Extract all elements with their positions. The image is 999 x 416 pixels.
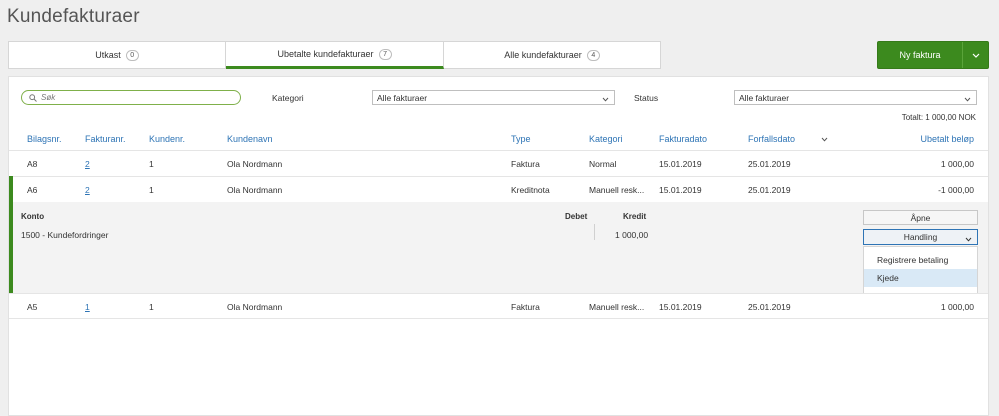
tab-label: Ubetalte kundefakturaer bbox=[277, 49, 374, 59]
status-label: Status bbox=[634, 93, 659, 103]
tab-bar: Utkast 0 Ubetalte kundefakturaer 7 Alle … bbox=[8, 41, 661, 69]
new-invoice-dropdown-button[interactable] bbox=[962, 42, 988, 68]
cell-bilagsnr: A6 bbox=[27, 185, 38, 195]
chevron-down-icon bbox=[965, 237, 972, 242]
cell-forfallsdato: 25.01.2019 bbox=[748, 185, 791, 195]
detail-kredit-value: 1 000,00 bbox=[615, 230, 649, 240]
status-select-value: Alle fakturaer bbox=[739, 92, 790, 103]
search-icon bbox=[29, 93, 37, 102]
cell-type: Kreditnota bbox=[511, 185, 550, 195]
tab-ubetalte[interactable]: Ubetalte kundefakturaer 7 bbox=[226, 41, 444, 69]
column-header-fakturanr[interactable]: Fakturanr. bbox=[85, 134, 126, 144]
menu-item-chain[interactable]: Kjede bbox=[864, 269, 977, 287]
search-input[interactable] bbox=[41, 93, 231, 102]
cell-kundenavn: Ola Nordmann bbox=[227, 159, 283, 169]
status-select[interactable]: Alle fakturaer bbox=[734, 90, 977, 105]
action-dropdown-label: Handling bbox=[903, 232, 938, 242]
column-header-forfallsdato[interactable]: Forfallsdato bbox=[748, 134, 795, 144]
cell-ubetalt: -1 000,00 bbox=[938, 185, 974, 195]
cell-fakturanr-link[interactable]: 2 bbox=[85, 159, 90, 169]
cell-ubetalt: 1 000,00 bbox=[940, 302, 974, 312]
table-row[interactable]: A8 2 1 Ola Nordmann Faktura Normal 15.01… bbox=[9, 150, 988, 175]
column-header-kundenavn[interactable]: Kundenavn bbox=[227, 134, 273, 144]
category-select-value: Alle fakturaer bbox=[377, 92, 428, 103]
detail-debet-header: Debet bbox=[565, 212, 588, 221]
tab-alle[interactable]: Alle kundefakturaer 4 bbox=[444, 41, 661, 69]
detail-konto-header: Konto bbox=[21, 212, 45, 221]
chevron-down-icon bbox=[972, 53, 979, 58]
cell-kundenr: 1 bbox=[149, 185, 154, 195]
column-header-ubetalt[interactable]: Ubetalt beløp bbox=[920, 134, 974, 144]
cell-fakturadato: 15.01.2019 bbox=[659, 302, 702, 312]
cell-type: Faktura bbox=[511, 159, 540, 169]
total-amount: Totalt: 1 000,00 NOK bbox=[901, 113, 976, 122]
tab-count-badge: 7 bbox=[378, 48, 392, 60]
cell-fakturanr-link[interactable]: 1 bbox=[85, 302, 90, 312]
cell-fakturanr-link[interactable]: 2 bbox=[85, 185, 90, 195]
row-detail-panel bbox=[13, 202, 988, 293]
cell-kundenavn: Ola Nordmann bbox=[227, 185, 283, 195]
column-header-kategori[interactable]: Kategori bbox=[589, 134, 623, 144]
tab-count-badge: 4 bbox=[586, 49, 600, 61]
new-invoice-button[interactable]: Ny faktura bbox=[878, 42, 962, 68]
menu-item-register-payment[interactable]: Registrere betaling bbox=[864, 251, 977, 269]
invoice-panel: Kategori Alle fakturaer Status Alle fakt… bbox=[8, 76, 989, 416]
column-header-type[interactable]: Type bbox=[511, 134, 531, 144]
cell-ubetalt: 1 000,00 bbox=[940, 159, 974, 169]
tab-label: Alle kundefakturaer bbox=[504, 50, 582, 60]
open-button[interactable]: Åpne bbox=[863, 210, 978, 225]
cell-kundenr: 1 bbox=[149, 302, 154, 312]
column-header-fakturadato[interactable]: Fakturadato bbox=[659, 134, 707, 144]
tab-utkast[interactable]: Utkast 0 bbox=[8, 41, 226, 69]
cell-kategori: Manuell resk... bbox=[589, 302, 645, 312]
category-select[interactable]: Alle fakturaer bbox=[372, 90, 615, 105]
action-menu: Registrere betaling Kjede bbox=[863, 246, 978, 294]
cell-fakturadato: 15.01.2019 bbox=[659, 185, 702, 195]
action-dropdown-button[interactable]: Handling bbox=[863, 229, 978, 245]
cell-forfallsdato: 25.01.2019 bbox=[748, 302, 791, 312]
search-box bbox=[21, 90, 241, 105]
cell-kundenavn: Ola Nordmann bbox=[227, 302, 283, 312]
cell-kundenr: 1 bbox=[149, 159, 154, 169]
cell-forfallsdato: 25.01.2019 bbox=[748, 159, 791, 169]
sort-icon[interactable] bbox=[821, 134, 828, 144]
column-header-bilagsnr[interactable]: Bilagsnr. bbox=[27, 134, 62, 144]
cell-bilagsnr: A8 bbox=[27, 159, 38, 169]
table-bottom-border bbox=[9, 318, 988, 319]
table-row-expanded[interactable]: A6 2 1 Ola Nordmann Kreditnota Manuell r… bbox=[9, 176, 988, 202]
category-label: Kategori bbox=[272, 93, 304, 103]
cell-fakturadato: 15.01.2019 bbox=[659, 159, 702, 169]
tab-label: Utkast bbox=[95, 50, 121, 60]
detail-konto-value: 1500 - Kundefordringer bbox=[21, 230, 109, 240]
new-invoice-split-button: Ny faktura bbox=[877, 41, 989, 69]
chevron-down-icon bbox=[602, 97, 609, 102]
cell-kategori: Normal bbox=[589, 159, 617, 169]
chevron-down-icon bbox=[964, 97, 971, 102]
cell-bilagsnr: A5 bbox=[27, 302, 38, 312]
detail-kredit-header: Kredit bbox=[623, 212, 647, 221]
tab-count-badge: 0 bbox=[125, 49, 139, 61]
expanded-row-indicator bbox=[9, 176, 13, 293]
detail-divider bbox=[594, 224, 595, 240]
cell-type: Faktura bbox=[511, 302, 540, 312]
cell-kategori: Manuell resk... bbox=[589, 185, 645, 195]
table-row[interactable]: A5 1 1 Ola Nordmann Faktura Manuell resk… bbox=[9, 293, 988, 318]
page-title: Kundefakturaer bbox=[7, 6, 140, 27]
column-header-kundenr[interactable]: Kundenr. bbox=[149, 134, 185, 144]
